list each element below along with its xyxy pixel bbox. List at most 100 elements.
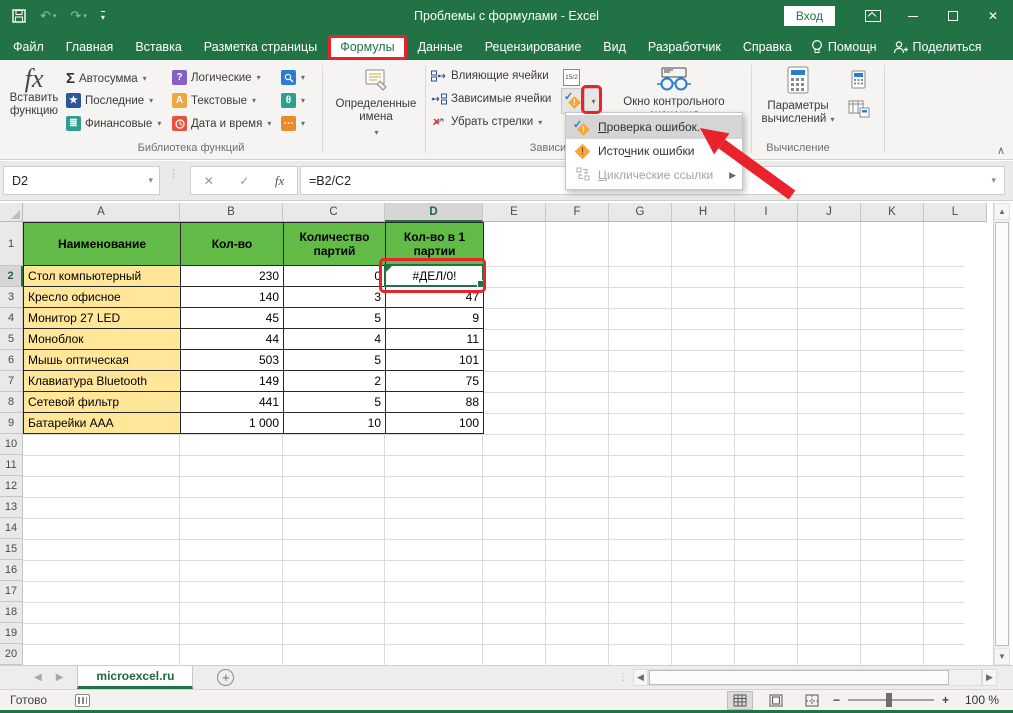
row-header-12[interactable]: 12	[0, 476, 23, 497]
table-cell[interactable]: Клавиатура Bluetooth	[24, 371, 181, 392]
table-cell[interactable]: 47	[386, 287, 484, 308]
normal-view-button[interactable]	[727, 691, 753, 710]
column-header-I[interactable]: I	[735, 203, 798, 222]
vertical-scrollbar-thumb[interactable]	[995, 222, 1009, 646]
table-cell[interactable]: 1 000	[181, 413, 284, 434]
table-cell[interactable]: 2	[284, 371, 386, 392]
error-checking-dropdown-arrow[interactable]: ▾	[584, 89, 601, 113]
table-cell[interactable]: 10	[284, 413, 386, 434]
error-cell[interactable]: #ДЕЛ/0!	[386, 266, 484, 287]
column-header-B[interactable]: B	[180, 203, 283, 222]
scroll-right-icon[interactable]: ▶	[982, 669, 997, 686]
table-cell[interactable]: 4	[284, 329, 386, 350]
column-header-K[interactable]: K	[861, 203, 924, 222]
tab-file[interactable]: Файл	[2, 35, 55, 60]
insert-function-button[interactable]: fx Вставить функцию	[6, 66, 62, 118]
row-header-18[interactable]: 18	[0, 602, 23, 623]
column-header-F[interactable]: F	[546, 203, 609, 222]
tab-insert[interactable]: Вставка	[124, 35, 192, 60]
undo-icon[interactable]: ↶▾	[40, 8, 56, 24]
page-layout-view-button[interactable]	[763, 691, 789, 710]
table-cell[interactable]: 503	[181, 350, 284, 371]
column-header-J[interactable]: J	[798, 203, 861, 222]
redo-icon[interactable]: ↷▾	[70, 8, 86, 24]
trace-dependents-button[interactable]: Зависимые ячейки	[431, 93, 551, 105]
row-header-17[interactable]: 17	[0, 581, 23, 602]
tab-review[interactable]: Рецензирование	[474, 35, 593, 60]
select-all-corner[interactable]	[0, 203, 23, 222]
row-header-9[interactable]: 9	[0, 413, 23, 434]
math-trig-button[interactable]: θ▾	[281, 93, 305, 108]
table-cell[interactable]: Монитор 27 LED	[24, 308, 181, 329]
customize-qat-icon[interactable]: ▾	[101, 11, 105, 22]
zoom-slider-handle[interactable]	[886, 693, 892, 707]
table-cell[interactable]: 230	[181, 266, 284, 287]
table-cell[interactable]: 45	[181, 308, 284, 329]
macro-record-icon[interactable]	[75, 694, 90, 707]
page-break-view-button[interactable]	[799, 691, 825, 710]
tab-formulas[interactable]: Формулы	[328, 35, 406, 60]
more-functions-button[interactable]: ⋯▾	[281, 116, 305, 131]
sign-in-button[interactable]: Вход	[784, 6, 835, 26]
row-header-10[interactable]: 10	[0, 434, 23, 455]
trace-precedents-button[interactable]: Влияющие ячейки	[431, 70, 549, 82]
maximize-button[interactable]	[933, 0, 973, 32]
enter-icon[interactable]: ✓	[239, 174, 249, 188]
next-sheet-icon[interactable]: ▶	[56, 672, 64, 683]
name-box-dropdown-icon[interactable]: ▾	[148, 175, 153, 186]
column-header-L[interactable]: L	[924, 203, 987, 222]
recent-functions-button[interactable]: ★ Последние▾	[66, 93, 153, 108]
tab-developer[interactable]: Разработчик	[637, 35, 732, 60]
table-cell[interactable]: 0	[284, 266, 386, 287]
row-header-2[interactable]: 2	[0, 266, 23, 287]
column-header-G[interactable]: G	[609, 203, 672, 222]
cancel-icon[interactable]: ✕	[204, 174, 214, 188]
horizontal-scrollbar-thumb[interactable]	[649, 670, 949, 685]
scroll-left-icon[interactable]: ◀	[633, 669, 648, 686]
row-header-19[interactable]: 19	[0, 623, 23, 644]
table-cell[interactable]: 3	[284, 287, 386, 308]
menu-item-error-checking[interactable]: ✓! Проверка ошибок...	[566, 115, 742, 139]
table-cell[interactable]: Стол компьютерный	[24, 266, 181, 287]
name-box[interactable]: D2 ▾	[3, 166, 160, 195]
ribbon-display-options-icon[interactable]	[853, 0, 893, 32]
table-cell[interactable]: 5	[284, 350, 386, 371]
row-header-11[interactable]: 11	[0, 455, 23, 476]
column-header-D[interactable]: D	[385, 203, 483, 222]
row-header-5[interactable]: 5	[0, 329, 23, 350]
scrollbar-resize-handle[interactable]: ⋮	[618, 672, 629, 683]
zoom-slider[interactable]	[848, 699, 934, 701]
calculation-options-button[interactable]: Параметры вычислений ▾	[752, 66, 844, 126]
share-tab[interactable]: Поделиться	[885, 35, 990, 60]
table-cell[interactable]: Моноблок	[24, 329, 181, 350]
table-header-cell[interactable]: Количество партий	[284, 223, 386, 266]
new-sheet-button[interactable]: +	[217, 669, 234, 686]
column-header-C[interactable]: C	[283, 203, 385, 222]
minimize-button[interactable]	[893, 0, 933, 32]
table-header-cell[interactable]: Кол-во в 1 партии	[386, 223, 484, 266]
zoom-out-icon[interactable]: −	[833, 693, 840, 707]
table-cell[interactable]: Кресло офисное	[24, 287, 181, 308]
calculate-sheet-icon[interactable]	[848, 100, 870, 118]
table-cell[interactable]: Сетевой фильтр	[24, 392, 181, 413]
table-cell[interactable]: 5	[284, 392, 386, 413]
lookup-reference-button[interactable]: ▾	[281, 70, 305, 85]
zoom-in-icon[interactable]: +	[942, 693, 949, 707]
vertical-scrollbar[interactable]: ▲ ▼	[993, 203, 1010, 665]
table-cell[interactable]: 140	[181, 287, 284, 308]
tell-me-tab[interactable]: Помощн	[803, 34, 885, 60]
row-header-8[interactable]: 8	[0, 392, 23, 413]
row-header-16[interactable]: 16	[0, 560, 23, 581]
expand-formula-bar-icon[interactable]: ▾	[991, 175, 996, 186]
zoom-level[interactable]: 100 %	[965, 693, 999, 707]
table-cell[interactable]: 441	[181, 392, 284, 413]
row-header-13[interactable]: 13	[0, 497, 23, 518]
table-cell[interactable]: Батарейки ААА	[24, 413, 181, 434]
menu-item-circular-references[interactable]: Циклические ссылки ▶	[566, 163, 742, 187]
text-functions-button[interactable]: A Текстовые▾	[172, 93, 256, 108]
scroll-down-icon[interactable]: ▼	[994, 648, 1010, 665]
table-cell[interactable]: 75	[386, 371, 484, 392]
table-cell[interactable]: 11	[386, 329, 484, 350]
table-cell[interactable]: 88	[386, 392, 484, 413]
evaluate-formula-icon[interactable]: 15/2	[563, 69, 580, 86]
